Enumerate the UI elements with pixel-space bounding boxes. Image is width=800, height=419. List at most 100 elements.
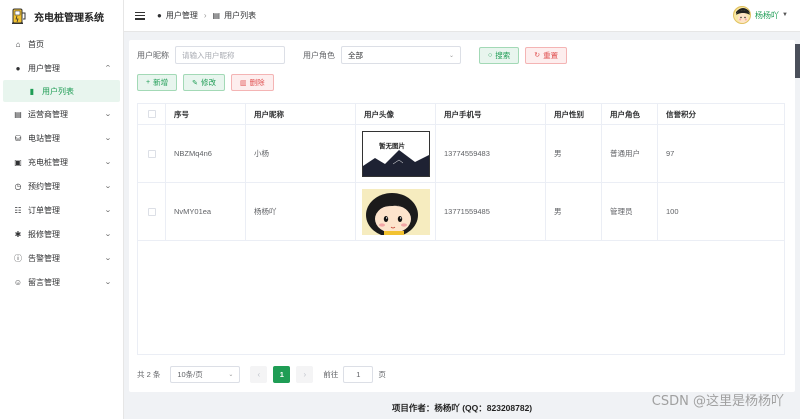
row-checkbox[interactable]: [138, 183, 166, 240]
sidebar-item-label: 用户列表: [42, 86, 74, 96]
breadcrumb-separator: ›: [203, 11, 207, 20]
page-1-button[interactable]: 1: [273, 366, 291, 383]
plus-icon: +: [146, 79, 151, 86]
total-count: 共 2 条: [137, 370, 161, 379]
menu-toggle-icon[interactable]: [135, 11, 145, 20]
reset-button[interactable]: ↻ 重置: [525, 46, 568, 64]
no-image-placeholder[interactable]: 暂无图片: [362, 130, 430, 177]
chevron-down-icon: ⌄: [104, 255, 112, 262]
column-header: 信誉积分: [666, 109, 696, 119]
breadcrumb: ● 用户管理 › ▤ 用户列表: [157, 10, 256, 21]
cell-id: NvMY01ea: [166, 183, 246, 240]
user-table: 序号 用户昵称 用户头像 用户手机号 用户性别 用户角色 信誉积分 NBZMq4…: [137, 103, 785, 355]
chevron-down-icon: ⌄: [104, 135, 112, 142]
user-menu[interactable]: 杨杨吖 ▼: [733, 6, 788, 24]
sidebar-item-label: 报修管理: [28, 229, 60, 239]
sidebar-item-2[interactable]: ▮ 用户列表: [3, 80, 120, 102]
next-page-button[interactable]: ›: [296, 366, 314, 383]
cell-nickname: 小杨: [246, 125, 356, 182]
search-button[interactable]: ○ 搜索: [479, 46, 520, 64]
row-checkbox[interactable]: [138, 125, 166, 182]
sidebar-item-3[interactable]: ▤ 运营商管理 ⌄: [0, 102, 123, 126]
goto-page-value: 1: [356, 370, 361, 379]
sidebar-item-label: 首页: [28, 39, 44, 49]
edit-icon: ✎: [192, 79, 198, 87]
cell-role: 管理员: [602, 183, 658, 240]
side-menu: ⌂ 首页 ● 用户管理 ⌃ ▮ 用户列表 ▤ 运营商管理 ⌄ ⛁ 电站管理 ⌄ ▣ 充电桩管理 ⌄ ◷ 预约管理 ⌄…: [0, 32, 123, 294]
charger-icon: ▣: [14, 157, 22, 167]
column-header: 序号: [166, 104, 246, 124]
nickname-input[interactable]: 请输入用户昵称: [175, 46, 285, 64]
nickname-label: 用户昵称: [137, 50, 169, 60]
user-name: 杨杨吖: [755, 10, 780, 20]
page-unit: 页: [378, 370, 386, 379]
edit-button-label: 修改: [200, 78, 216, 87]
sidebar-item-5[interactable]: ▣ 充电桩管理 ⌄: [0, 150, 123, 174]
user-avatar-image[interactable]: [362, 188, 430, 235]
sidebar-item-label: 电站管理: [28, 133, 60, 143]
sidebar-item-8[interactable]: ✱ 报修管理 ⌄: [0, 222, 123, 246]
role-label: 用户角色: [303, 50, 335, 60]
breadcrumb-label: 用户列表: [224, 11, 257, 20]
avatar: [733, 6, 752, 24]
page-size-select[interactable]: 10条/页 ⌄: [170, 366, 241, 383]
chevron-down-icon: ⌄: [104, 159, 112, 166]
chevron-up-icon: ⌃: [104, 65, 112, 72]
pagination: 共 2 条 10条/页 ⌄ ‹ 1 › 前往 1 页: [137, 366, 386, 383]
sidebar-item-0[interactable]: ⌂ 首页: [0, 32, 123, 56]
cell-phone: 13771559485: [436, 183, 546, 240]
goto-page-input[interactable]: 1: [343, 366, 374, 383]
sidebar-item-label: 运营商管理: [28, 109, 68, 119]
action-bar: + 新增 ✎ 修改 ▥ 删除: [137, 74, 274, 91]
chevron-down-icon: ⌄: [104, 207, 112, 214]
sidebar-item-label: 预约管理: [28, 181, 60, 191]
chevron-down-icon: ⌄: [448, 52, 454, 59]
cell-gender: 男: [546, 183, 602, 240]
message-icon: ☺: [13, 277, 23, 287]
nickname-placeholder: 请输入用户昵称: [182, 50, 235, 60]
page-size-value: 10条/页: [177, 370, 203, 379]
table-row[interactable]: NvMY01ea 杨杨吖 13771559485 男 管理员 100: [138, 183, 784, 241]
column-header: 用户角色: [602, 104, 658, 124]
order-icon: ☷: [14, 205, 22, 215]
role-select[interactable]: 全部 ⌄: [341, 46, 461, 64]
trash-icon: ▥: [239, 79, 247, 87]
column-header: 用户性别: [546, 104, 602, 124]
search-button-label: 搜索: [495, 50, 511, 60]
breadcrumb-user-management[interactable]: ● 用户管理: [157, 10, 198, 21]
sidebar: 充电桩管理系统 ⌂ 首页 ● 用户管理 ⌃ ▮ 用户列表 ▤ 运营商管理 ⌄ ⛁ 电站管理 ⌄ ▣ 充电桩管…: [0, 0, 124, 419]
sidebar-item-10[interactable]: ☺ 留言管理 ⌄: [0, 270, 123, 294]
select-all-checkbox[interactable]: [138, 104, 166, 124]
delete-button-label: 删除: [249, 78, 265, 87]
sidebar-item-4[interactable]: ⛁ 电站管理 ⌄: [0, 126, 123, 150]
cell-score: 100: [666, 207, 679, 216]
chevron-down-icon: ⌄: [104, 111, 112, 118]
delete-button[interactable]: ▥ 删除: [230, 74, 274, 91]
chevron-down-icon: ⌄: [104, 231, 112, 238]
cell-avatar: [356, 183, 436, 240]
sidebar-item-6[interactable]: ◷ 预约管理 ⌄: [0, 174, 123, 198]
column-header: 用户手机号: [436, 104, 546, 124]
sidebar-item-label: 订单管理: [28, 205, 60, 215]
goto-label: 前往: [323, 370, 339, 379]
sidebar-item-7[interactable]: ☷ 订单管理 ⌄: [0, 198, 123, 222]
table-row[interactable]: NBZMq4n6 小杨 暂无图片 13774559483 男 普通用户 97: [138, 125, 784, 183]
search-icon: ○: [488, 51, 493, 59]
refresh-icon: ↻: [534, 52, 541, 59]
role-select-value: 全部: [348, 50, 363, 60]
edit-button[interactable]: ✎ 修改: [183, 74, 225, 91]
add-button[interactable]: + 新增: [137, 74, 178, 91]
cell-nickname: 杨杨吖: [246, 183, 356, 240]
breadcrumb-user-list: ▤ 用户列表: [213, 10, 257, 21]
column-header: 用户昵称: [246, 104, 356, 124]
sidebar-item-9[interactable]: ⓘ 告警管理 ⌄: [0, 246, 123, 270]
breadcrumb-label: 用户管理: [165, 11, 198, 20]
sidebar-item-label: 充电桩管理: [28, 157, 68, 167]
clock-icon: ◷: [14, 181, 22, 191]
prev-page-button[interactable]: ‹: [250, 366, 268, 383]
sidebar-item-label: 留言管理: [28, 277, 60, 287]
chevron-down-icon: ⌄: [228, 372, 234, 378]
sidebar-item-1[interactable]: ● 用户管理 ⌃: [0, 56, 123, 80]
app-logo[interactable]: 充电桩管理系统: [0, 0, 123, 32]
column-header: 用户头像: [356, 104, 436, 124]
